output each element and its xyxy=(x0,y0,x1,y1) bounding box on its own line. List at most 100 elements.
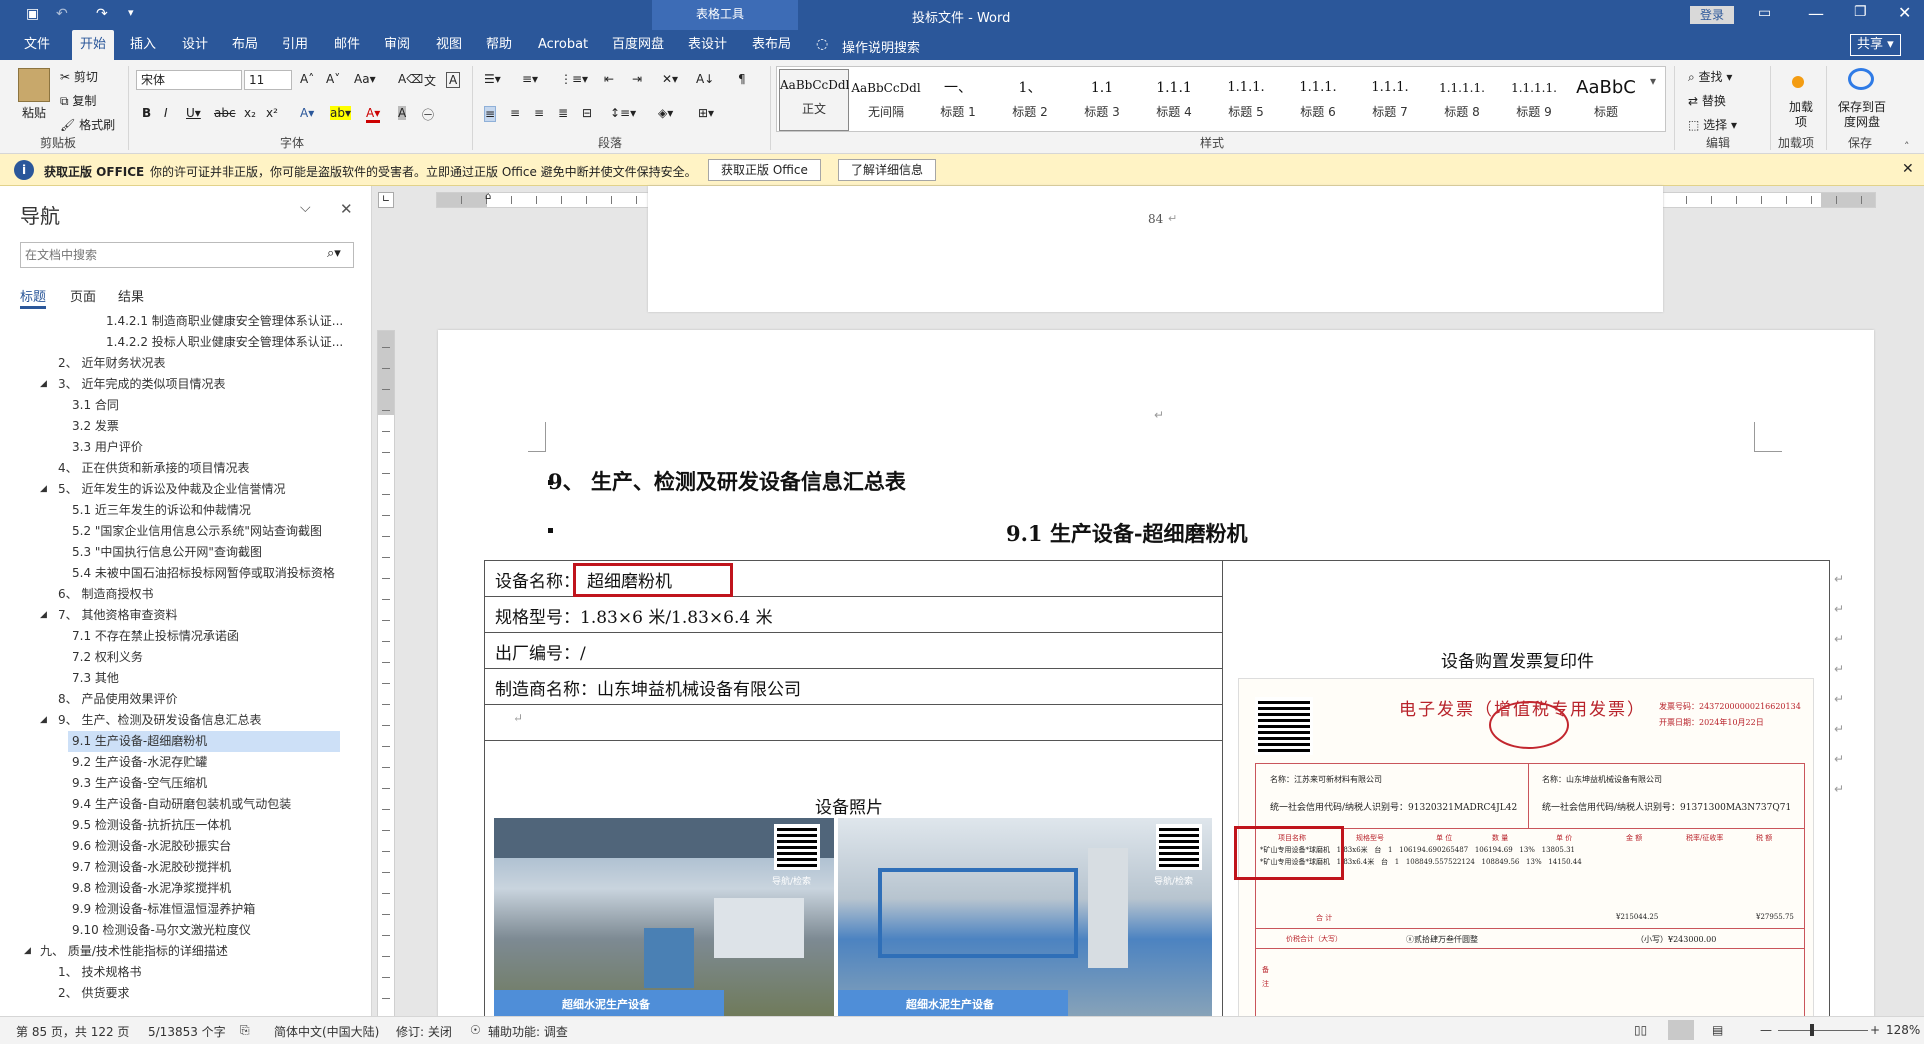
italic-icon[interactable]: I xyxy=(164,106,168,120)
close-icon[interactable]: ✕ xyxy=(1898,3,1911,22)
style-heading-2[interactable]: 1、 标题 2 xyxy=(995,73,1065,135)
nav-heading-item[interactable]: 2、 供货要求 xyxy=(0,983,370,1004)
paste-icon[interactable] xyxy=(18,68,50,102)
nav-tab-pages[interactable]: 页面 xyxy=(70,286,96,305)
redo-icon[interactable]: ↷ xyxy=(96,6,108,22)
nav-heading-item[interactable]: 7.1 不存在禁止投标情况承诺函 xyxy=(0,626,370,647)
multilevel-list-icon[interactable]: ⋮≡▾ xyxy=(560,72,588,86)
track-changes-status[interactable]: 修订: 关闭 xyxy=(396,1023,452,1040)
bold-icon[interactable]: B xyxy=(142,106,151,120)
paste-button[interactable]: 粘贴 xyxy=(22,104,46,121)
increase-indent-icon[interactable]: ⇥ xyxy=(632,72,642,86)
copy-button[interactable]: ⧉ 复制 xyxy=(60,92,96,109)
baidu-cloud-icon[interactable] xyxy=(1848,68,1874,90)
nav-heading-item[interactable]: 5.2 "国家企业信用信息公示系统"网站查询截图 xyxy=(0,521,370,542)
addins-icon[interactable] xyxy=(1792,76,1804,88)
nav-heading-item[interactable]: 9.3 生产设备-空气压缩机 xyxy=(0,773,370,794)
tab-table-layout[interactable]: 表布局 xyxy=(744,30,799,60)
nav-heading-item[interactable]: 8、 产品使用效果评价 xyxy=(0,689,370,710)
expand-icon[interactable]: ◢ xyxy=(40,479,47,500)
numbering-icon[interactable]: ≡▾ xyxy=(522,72,538,86)
tab-selector-icon[interactable]: ∟ xyxy=(378,192,394,208)
proofing-icon[interactable]: ⎘ xyxy=(240,1023,250,1038)
nav-search-box[interactable]: ⌕▾ xyxy=(20,242,354,268)
language[interactable]: 简体中文(中国大陆) xyxy=(274,1023,379,1040)
clear-format-icon[interactable]: A⌫ xyxy=(398,72,423,86)
highlight-icon[interactable]: ab▾ xyxy=(330,106,351,120)
superscript-icon[interactable]: x² xyxy=(266,106,278,120)
nav-heading-item[interactable]: 3.3 用户评价 xyxy=(0,437,370,458)
line-spacing-icon[interactable]: ↕≡▾ xyxy=(610,106,636,120)
nav-heading-item[interactable]: 5.4 未被中国石油招标投标网暂停或取消投标资格 xyxy=(0,563,370,584)
table-cell-empty[interactable]: ↵ xyxy=(485,705,1223,741)
nav-heading-item[interactable]: 9.2 生产设备-水泥存贮罐 xyxy=(0,752,370,773)
accessibility-icon[interactable]: ☉ xyxy=(470,1023,481,1037)
minimize-icon[interactable]: — xyxy=(1808,4,1824,23)
style-title[interactable]: AaBbC 标题 xyxy=(1571,73,1641,135)
restore-icon[interactable]: ❐ xyxy=(1854,4,1867,20)
tab-mailings[interactable]: 邮件 xyxy=(326,30,368,60)
nav-heading-item[interactable]: 9.5 检测设备-抗折抗压一体机 xyxy=(0,815,370,836)
nav-options-icon[interactable]: ⌵ xyxy=(300,200,311,216)
web-layout-icon[interactable]: ▤ xyxy=(1712,1023,1723,1037)
align-right-icon[interactable]: ≡ xyxy=(534,106,544,120)
shrink-font-icon[interactable]: A˅ xyxy=(326,72,340,86)
enclose-char-icon[interactable]: ㊀ xyxy=(422,106,434,123)
nav-heading-item[interactable]: ◢ 7、 其他资格审查资料 xyxy=(0,605,370,626)
phonetic-icon[interactable]: 文 xyxy=(424,72,436,89)
nav-heading-item[interactable]: 1.4.2.1 制造商职业健康安全管理体系认证... xyxy=(0,311,370,332)
bullets-icon[interactable]: ☰▾ xyxy=(484,72,501,86)
char-shading-icon[interactable]: A xyxy=(398,106,407,120)
nav-heading-item[interactable]: ◢ 九、 质量/技术性能指标的详细描述 xyxy=(0,941,370,962)
justify-icon[interactable]: ≣ xyxy=(558,106,568,120)
nav-heading-item[interactable]: 9.6 检测设备-水泥胶砂振实台 xyxy=(0,836,370,857)
nav-heading-item[interactable]: 3.2 发票 xyxy=(0,416,370,437)
char-border-icon[interactable]: A xyxy=(446,72,461,88)
font-color-icon[interactable]: A▾ xyxy=(366,106,381,123)
save-to-baidu-button[interactable]: 保存到百度网盘 xyxy=(1836,100,1888,130)
indent-marker-icon[interactable]: ⌂ xyxy=(485,191,491,202)
table-cell-serial[interactable]: 出厂编号：/ xyxy=(485,633,1223,669)
table-cell-spec[interactable]: 规格型号：1.83×6 米/1.83×6.4 米 xyxy=(485,597,1223,633)
nav-heading-item[interactable]: ◢ 5、 近年发生的诉讼及仲裁及企业信誉情况 xyxy=(0,479,370,500)
nav-heading-item[interactable]: 4、 正在供货和新承接的项目情况表 xyxy=(0,458,370,479)
tab-layout[interactable]: 布局 xyxy=(224,30,266,60)
tab-home[interactable]: 开始 xyxy=(72,30,115,60)
change-case-icon[interactable]: Aa▾ xyxy=(354,72,376,86)
get-genuine-button[interactable]: 获取正版 Office xyxy=(708,159,821,181)
share-button[interactable]: 共享 ▾ xyxy=(1850,34,1901,56)
nav-heading-item[interactable]: 7.2 权利义务 xyxy=(0,647,370,668)
expand-icon[interactable]: ◢ xyxy=(40,374,47,395)
ribbon-display-icon[interactable]: ▭ xyxy=(1758,5,1771,21)
word-count[interactable]: 5/13853 个字 xyxy=(148,1023,226,1040)
table-cell-manufacturer[interactable]: 制造商名称：山东坤益机械设备有限公司 xyxy=(485,669,1223,705)
nav-heading-item[interactable]: 1.4.2.2 投标人职业健康安全管理体系认证... xyxy=(0,332,370,353)
nav-close-icon[interactable]: ✕ xyxy=(340,200,353,218)
expand-icon[interactable]: ◢ xyxy=(40,710,47,731)
nav-heading-item[interactable]: 1、 技术规格书 xyxy=(0,962,370,983)
decrease-indent-icon[interactable]: ⇤ xyxy=(604,72,614,86)
heading-9[interactable]: 9、 生产、检测及研发设备信息汇总表 xyxy=(548,466,906,496)
learn-more-button[interactable]: 了解详细信息 xyxy=(838,159,937,181)
underline-icon[interactable]: U▾ xyxy=(186,106,201,120)
search-icon[interactable]: ⌕▾ xyxy=(327,246,341,261)
style-heading-8[interactable]: 1.1.1.1. 标题 8 xyxy=(1427,73,1497,135)
nav-search-input[interactable] xyxy=(25,246,315,264)
zoom-level[interactable]: 128% xyxy=(1886,1023,1920,1037)
style-no-spacing[interactable]: AaBbCcDdl 无间隔 xyxy=(851,73,921,135)
nav-heading-item[interactable]: 5.3 "中国执行信息公开网"查询截图 xyxy=(0,542,370,563)
show-marks-icon[interactable]: ¶ xyxy=(738,72,746,86)
nav-heading-item[interactable]: 9.8 检测设备-水泥净浆搅拌机 xyxy=(0,878,370,899)
nav-heading-item[interactable]: ◢ 3、 近年完成的类似项目情况表 xyxy=(0,374,370,395)
vertical-ruler[interactable] xyxy=(377,330,395,1020)
save-icon[interactable]: ▣ xyxy=(26,6,39,22)
font-size-box[interactable]: 11 xyxy=(244,70,292,90)
tab-help[interactable]: 帮助 xyxy=(478,30,520,60)
tab-table-design[interactable]: 表设计 xyxy=(680,30,735,60)
nav-heading-item[interactable]: 7.3 其他 xyxy=(0,668,370,689)
undo-icon[interactable]: ↶ xyxy=(56,6,68,22)
find-button[interactable]: ⌕ 查找 ▾ xyxy=(1688,68,1732,85)
tell-me-search[interactable]: 操作说明搜索 xyxy=(842,37,920,56)
align-left-icon[interactable]: ≡ xyxy=(484,106,497,122)
grow-font-icon[interactable]: A˄ xyxy=(300,72,314,86)
